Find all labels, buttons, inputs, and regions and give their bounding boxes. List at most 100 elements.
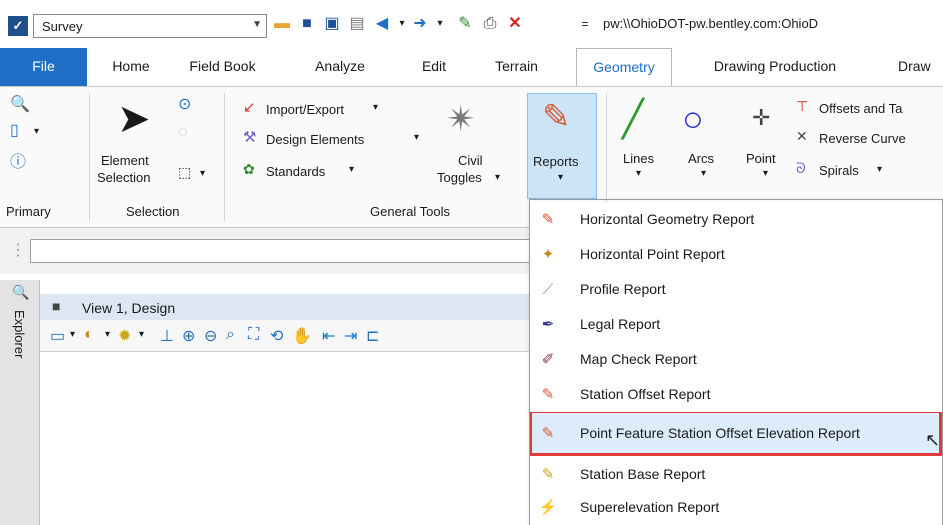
chevron-down-icon[interactable]: ▾ <box>349 165 354 175</box>
point-label[interactable]: Point <box>746 151 776 166</box>
chevron-down-icon[interactable]: ▾ <box>105 329 110 340</box>
copy-view-icon[interactable]: ⊏ <box>366 326 379 346</box>
customize-dropdown-icon[interactable]: = <box>575 14 595 34</box>
command-input[interactable] <box>30 239 540 263</box>
redo-icon[interactable]: ➜ <box>410 14 430 34</box>
tab-analyze[interactable]: Analyze <box>305 48 375 86</box>
update-view-icon[interactable]: ⊥ <box>160 326 174 346</box>
explorer-panel-tab[interactable]: 🔍 Explorer <box>0 280 40 525</box>
chevron-down-icon[interactable]: ▾ <box>701 169 706 179</box>
save-settings-icon[interactable]: ▣ <box>322 14 342 34</box>
chevron-down-icon[interactable]: ▾ <box>636 169 641 179</box>
select-box-icon[interactable]: ⬚ <box>178 165 191 179</box>
select-box-dropdown-icon[interactable]: ▾ <box>200 169 205 179</box>
tab-draw[interactable]: Draw <box>898 48 943 86</box>
lines-icon[interactable]: ╱ <box>622 101 644 137</box>
open-folder-icon[interactable]: ▬ <box>272 14 292 34</box>
chevron-down-icon[interactable]: ▾ <box>495 173 500 183</box>
station-offset-report-icon: ✎ <box>541 386 555 403</box>
redo-dropdown-icon[interactable]: ▾ <box>430 14 450 34</box>
element-selection-label-2[interactable]: Selection <box>97 170 150 185</box>
search-explorer-icon[interactable]: 🔍 <box>10 97 30 113</box>
undo-dropdown-icon[interactable]: ▾ <box>392 14 412 34</box>
spirals-label[interactable]: Spirals <box>819 163 859 178</box>
menu-item-label: Map Check Report <box>580 351 697 367</box>
design-elements-icon: ⚒ <box>243 129 257 146</box>
file-icon[interactable]: ▯ <box>10 123 19 139</box>
chevron-down-icon[interactable]: ▾ <box>373 103 378 113</box>
menu-item-superelevation-report[interactable]: ⚡ Superelevation Report <box>530 490 942 525</box>
menu-item-point-feature-station-offset-elevation-report[interactable]: ✎ Point Feature Station Offset Elevation… <box>530 416 942 451</box>
workflow-selector[interactable]: Survey ▼ <box>33 14 267 38</box>
app-logo-icon[interactable]: ✓ <box>8 16 28 36</box>
menu-item-horizontal-point-report[interactable]: ✦ Horizontal Point Report <box>530 237 942 272</box>
menu-item-station-base-report[interactable]: ✎ Station Base Report <box>530 457 942 492</box>
civil-toggles-label-1[interactable]: Civil <box>458 153 483 168</box>
display-style-icon[interactable]: ◐ <box>84 326 94 344</box>
offsets-label[interactable]: Offsets and Ta <box>819 101 902 116</box>
info-icon[interactable]: ⓘ <box>10 155 26 171</box>
tab-file[interactable]: File <box>0 48 87 86</box>
select-all-icon[interactable]: ⊙ <box>178 97 191 113</box>
chevron-down-icon[interactable]: ▾ <box>70 329 75 340</box>
menu-item-label: Superelevation Report <box>580 499 720 515</box>
menu-item-station-offset-report[interactable]: ✎ Station Offset Report <box>530 377 942 412</box>
reports-dropdown-menu: ✎ Horizontal Geometry Report ✦ Horizonta… <box>529 199 943 525</box>
point-icon[interactable]: ✛ <box>752 107 770 129</box>
tab-field-book[interactable]: Field Book <box>180 48 265 86</box>
zoom-in-icon[interactable]: ⊕ <box>182 326 195 346</box>
map-check-report-icon: ✐ <box>541 351 555 368</box>
select-circle-icon[interactable]: ◌ <box>178 125 188 141</box>
group-separator <box>89 93 90 221</box>
ribbon-tabs: File Home Field Book Analyze Edit Terrai… <box>0 48 943 86</box>
fit-view-icon[interactable]: ⛶ <box>248 326 259 344</box>
reverse-curve-label[interactable]: Reverse Curve <box>819 131 906 146</box>
chevron-down-icon[interactable]: ▾ <box>763 169 768 179</box>
quick-access-toolbar: ✓ Survey ▼ ▬ ■ ▣ ▤ ◀ ▾ ➜ ▾ ✎ ⎙ ✕ = pw:\\… <box>0 0 943 48</box>
save-icon[interactable]: ■ <box>297 14 317 34</box>
view-previous-icon[interactable]: ⇤ <box>322 326 335 346</box>
pin-icon[interactable]: ✎ <box>455 14 475 34</box>
civil-toggles-icon[interactable]: ✴ <box>446 101 476 137</box>
element-selection-label-1[interactable]: Element <box>101 153 149 168</box>
rotate-view-icon[interactable]: ⟲ <box>270 326 283 346</box>
compress-icon[interactable]: ▤ <box>347 14 367 34</box>
import-export-label[interactable]: Import/Export <box>266 102 344 117</box>
civil-toggles-label-2[interactable]: Toggles <box>437 170 482 185</box>
window-area-icon[interactable]: ⌕ <box>226 326 235 344</box>
chevron-down-icon[interactable]: ▾ <box>414 133 419 143</box>
view-attributes-icon[interactable]: ▭ <box>50 326 65 346</box>
arcs-label[interactable]: Arcs <box>688 151 714 166</box>
menu-item-profile-report[interactable]: ⟋ Profile Report <box>530 272 942 307</box>
menu-item-map-check-report[interactable]: ✐ Map Check Report <box>530 342 942 377</box>
lighting-icon[interactable]: ✹ <box>118 326 131 346</box>
view-next-icon[interactable]: ⇥ <box>344 326 357 346</box>
tab-terrain[interactable]: Terrain <box>484 48 549 86</box>
arrow-cursor-icon[interactable]: ➤ <box>117 99 151 139</box>
close-icon[interactable]: ✕ <box>505 14 525 34</box>
chevron-down-icon[interactable]: ▾ <box>877 165 882 175</box>
undo-icon[interactable]: ◀ <box>372 14 392 34</box>
lines-label[interactable]: Lines <box>623 151 654 166</box>
grip-icon[interactable]: ⋮ <box>10 240 26 260</box>
import-export-icon: ↙ <box>243 99 256 116</box>
chevron-down-icon[interactable]: ▾ <box>139 329 144 340</box>
design-elements-label[interactable]: Design Elements <box>266 132 364 147</box>
menu-item-label: Point Feature Station Offset Elevation R… <box>580 425 860 441</box>
profile-report-icon: ⟋ <box>542 281 554 298</box>
tab-geometry[interactable]: Geometry <box>576 48 672 86</box>
file-dropdown-icon[interactable]: ▾ <box>34 127 39 137</box>
tab-edit[interactable]: Edit <box>409 48 459 86</box>
menu-item-label: Horizontal Geometry Report <box>580 211 755 227</box>
reports-button[interactable]: ✎ Reports ▾ <box>527 93 597 199</box>
standards-label[interactable]: Standards <box>266 164 325 179</box>
group-label-primary: Primary <box>6 204 51 219</box>
menu-item-horizontal-geometry-report[interactable]: ✎ Horizontal Geometry Report <box>530 202 942 237</box>
tab-drawing-production[interactable]: Drawing Production <box>700 48 850 86</box>
menu-item-legal-report[interactable]: ✒ Legal Report <box>530 307 942 342</box>
zoom-out-icon[interactable]: ⊖ <box>204 326 217 346</box>
arcs-icon[interactable]: ○ <box>682 101 704 137</box>
tab-home[interactable]: Home <box>101 48 161 86</box>
print-icon[interactable]: ⎙ <box>480 14 500 34</box>
pan-view-icon[interactable]: ✋ <box>292 326 312 346</box>
